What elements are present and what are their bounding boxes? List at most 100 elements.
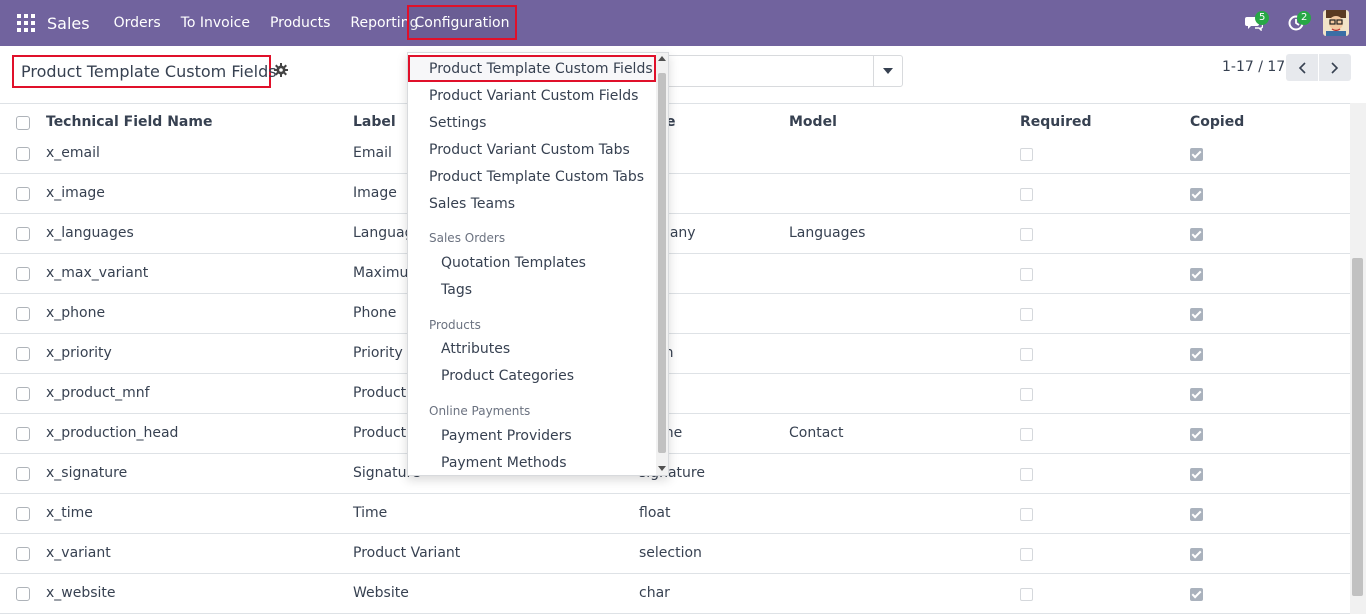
menu-item-product-categories[interactable]: Product Categories bbox=[408, 362, 656, 389]
page-title: Product Template Custom Fields bbox=[21, 62, 277, 81]
row-select-checkbox[interactable] bbox=[16, 387, 30, 401]
cell-name: x_max_variant bbox=[46, 265, 149, 281]
menu-item-product-template-custom-tabs[interactable]: Product Template Custom Tabs bbox=[408, 163, 656, 190]
dropdown-scrollbar[interactable] bbox=[656, 53, 668, 475]
cell-name: x_languages bbox=[46, 225, 134, 241]
pager-next-button[interactable] bbox=[1319, 54, 1351, 81]
section-header-products: Products bbox=[429, 318, 481, 332]
row-select-checkbox[interactable] bbox=[16, 307, 30, 321]
chevron-left-icon bbox=[1298, 61, 1306, 74]
top-navbar: Sales Orders To Invoice Products Reporti… bbox=[0, 0, 1366, 46]
cell-model: Contact bbox=[789, 425, 844, 441]
table-row[interactable]: x_product_mnfProductean bbox=[0, 374, 1350, 414]
menu-item-settings[interactable]: Settings bbox=[408, 109, 656, 136]
table-row[interactable]: x_languagesLanguagy2manyLanguages bbox=[0, 214, 1350, 254]
menu-item-product-variant-custom-fields[interactable]: Product Variant Custom Fields bbox=[408, 82, 656, 109]
required-checkbox bbox=[1020, 588, 1033, 601]
copied-checkbox bbox=[1190, 268, 1203, 281]
menu-configuration[interactable]: Configuration bbox=[407, 5, 517, 40]
required-checkbox bbox=[1020, 428, 1033, 441]
app-brand[interactable]: Sales bbox=[47, 14, 90, 33]
header-label[interactable]: Label bbox=[353, 114, 396, 130]
cell-name: x_variant bbox=[46, 545, 111, 561]
row-select-checkbox[interactable] bbox=[16, 507, 30, 521]
menu-item-payment-methods[interactable]: Payment Methods bbox=[408, 449, 656, 475]
menu-item-payment-providers[interactable]: Payment Providers bbox=[408, 422, 656, 449]
dropdown-scroll-thumb[interactable] bbox=[658, 73, 666, 453]
menu-item-product-template-custom-fields[interactable]: Product Template Custom Fields bbox=[408, 55, 656, 82]
apps-menu-icon[interactable] bbox=[17, 14, 35, 32]
copied-checkbox bbox=[1190, 308, 1203, 321]
table-row[interactable]: x_phone Phone bbox=[0, 294, 1350, 334]
required-checkbox bbox=[1020, 268, 1033, 281]
action-gear-icon[interactable] bbox=[274, 63, 288, 77]
search-options-toggle[interactable] bbox=[873, 55, 903, 87]
row-select-checkbox[interactable] bbox=[16, 187, 30, 201]
messages-badge: 5 bbox=[1255, 11, 1270, 25]
row-select-checkbox[interactable] bbox=[16, 427, 30, 441]
table-row[interactable]: x_priorityPriorityction bbox=[0, 334, 1350, 374]
row-select-checkbox[interactable] bbox=[16, 547, 30, 561]
header-model[interactable]: Model bbox=[789, 114, 837, 130]
header-copied[interactable]: Copied bbox=[1190, 114, 1244, 130]
select-all-checkbox[interactable] bbox=[16, 116, 30, 130]
menu-orders[interactable]: Orders bbox=[104, 0, 171, 46]
table-row[interactable]: x_signature Signature signature bbox=[0, 454, 1350, 494]
row-select-checkbox[interactable] bbox=[16, 467, 30, 481]
cell-label: Product Variant bbox=[353, 545, 461, 561]
cell-label: Phone bbox=[353, 305, 397, 321]
cell-name: x_email bbox=[46, 145, 100, 161]
copied-checkbox bbox=[1190, 508, 1203, 521]
menu-item-product-variant-custom-tabs[interactable]: Product Variant Custom Tabs bbox=[408, 136, 656, 163]
row-select-checkbox[interactable] bbox=[16, 267, 30, 281]
cell-type: float bbox=[639, 505, 671, 521]
menu-item-sales-teams[interactable]: Sales Teams bbox=[408, 190, 656, 217]
menu-item-tags[interactable]: Tags bbox=[408, 276, 656, 303]
copied-checkbox bbox=[1190, 228, 1203, 241]
list-scrollbar[interactable] bbox=[1350, 103, 1366, 614]
table-row[interactable]: x_production_headProductiy2oneContact bbox=[0, 414, 1350, 454]
required-checkbox bbox=[1020, 468, 1033, 481]
breadcrumb: Product Template Custom Fields bbox=[12, 55, 277, 88]
list-scroll-thumb[interactable] bbox=[1352, 258, 1363, 596]
table-row[interactable]: x_website Website char bbox=[0, 574, 1350, 614]
menu-item-attributes[interactable]: Attributes bbox=[408, 335, 656, 362]
cell-label: Priority bbox=[353, 345, 403, 361]
row-select-checkbox[interactable] bbox=[16, 347, 30, 361]
table-row[interactable]: x_email Email bbox=[0, 134, 1350, 174]
copied-checkbox bbox=[1190, 548, 1203, 561]
row-select-checkbox[interactable] bbox=[16, 227, 30, 241]
table-row[interactable]: x_imageImagery bbox=[0, 174, 1350, 214]
menu-products[interactable]: Products bbox=[260, 0, 340, 46]
required-checkbox bbox=[1020, 228, 1033, 241]
required-checkbox bbox=[1020, 548, 1033, 561]
table-row[interactable]: x_time Time float bbox=[0, 494, 1350, 534]
activities-button[interactable]: 2 bbox=[1281, 8, 1312, 38]
cell-name: x_phone bbox=[46, 305, 106, 321]
copied-checkbox bbox=[1190, 588, 1203, 601]
messages-button[interactable]: 5 bbox=[1239, 8, 1270, 38]
cell-name: x_website bbox=[46, 585, 116, 601]
pager-previous-button[interactable] bbox=[1286, 54, 1318, 81]
menu-to-invoice[interactable]: To Invoice bbox=[171, 0, 260, 46]
section-header-online-payments: Online Payments bbox=[429, 404, 531, 418]
cell-name: x_time bbox=[46, 505, 93, 521]
cell-label: Product bbox=[353, 385, 407, 401]
row-select-checkbox[interactable] bbox=[16, 147, 30, 161]
configuration-dropdown: Product Template Custom Fields Product V… bbox=[407, 52, 669, 476]
row-select-checkbox[interactable] bbox=[16, 587, 30, 601]
cell-name: x_product_mnf bbox=[46, 385, 150, 401]
scroll-up-arrow-icon[interactable] bbox=[658, 56, 666, 61]
copied-checkbox bbox=[1190, 428, 1203, 441]
search-input[interactable] bbox=[656, 55, 874, 87]
menu-item-quotation-templates[interactable]: Quotation Templates bbox=[408, 249, 656, 276]
header-technical-field-name[interactable]: Technical Field Name bbox=[46, 114, 212, 130]
required-checkbox bbox=[1020, 308, 1033, 321]
pager-value[interactable]: 1-17 / 17 bbox=[1222, 59, 1285, 75]
header-required[interactable]: Required bbox=[1020, 114, 1091, 130]
table-row[interactable]: x_variant Product Variant selection bbox=[0, 534, 1350, 574]
table-row[interactable]: x_max_variantMaximurger bbox=[0, 254, 1350, 294]
scroll-down-arrow-icon[interactable] bbox=[658, 466, 666, 471]
user-avatar[interactable] bbox=[1323, 10, 1349, 36]
required-checkbox bbox=[1020, 388, 1033, 401]
